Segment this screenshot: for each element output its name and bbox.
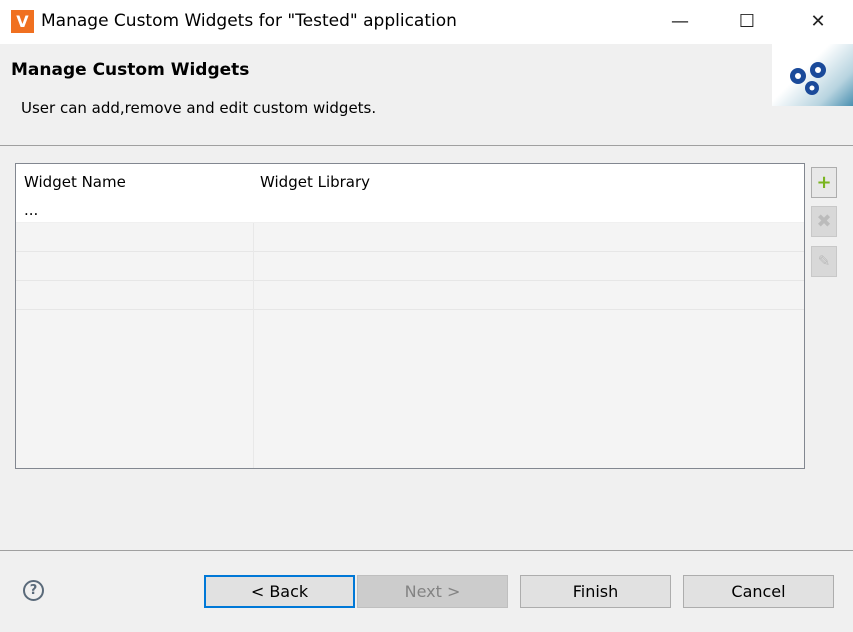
edit-widget-button[interactable]: ✎ xyxy=(811,246,837,277)
maximize-button[interactable]: ☐ xyxy=(732,8,762,36)
help-icon[interactable]: ? xyxy=(23,580,44,601)
close-button[interactable]: ✕ xyxy=(803,8,833,36)
table-cell[interactable]: ... xyxy=(24,201,38,219)
app-logo-icon: V xyxy=(11,10,34,33)
next-button[interactable]: Next > xyxy=(357,575,508,608)
add-icon: + xyxy=(816,172,832,193)
gears-banner-icon xyxy=(772,44,853,106)
header-divider xyxy=(0,145,853,146)
page-description: User can add,remove and edit custom widg… xyxy=(21,99,377,117)
add-widget-button[interactable]: + xyxy=(811,167,837,198)
widgets-table[interactable]: Widget Name Widget Library ... xyxy=(15,163,805,469)
minimize-button[interactable]: — xyxy=(665,8,695,36)
edit-icon: ✎ xyxy=(817,252,831,270)
table-row xyxy=(16,281,804,310)
back-button[interactable]: < Back xyxy=(204,575,355,608)
table-row xyxy=(16,223,804,252)
window-title: Manage Custom Widgets for "Tested" appli… xyxy=(41,11,457,31)
cancel-button[interactable]: Cancel xyxy=(683,575,834,608)
remove-widget-button[interactable]: ✖ xyxy=(811,206,837,237)
table-row xyxy=(16,252,804,281)
page-title: Manage Custom Widgets xyxy=(11,60,250,80)
column-header-widget-library[interactable]: Widget Library xyxy=(260,173,370,191)
title-bar: V Manage Custom Widgets for "Tested" app… xyxy=(0,0,853,44)
remove-icon: ✖ xyxy=(816,211,832,232)
column-header-widget-name[interactable]: Widget Name xyxy=(24,173,126,191)
footer-divider xyxy=(0,550,853,551)
table-header: Widget Name Widget Library ... xyxy=(16,164,804,223)
finish-button[interactable]: Finish xyxy=(520,575,671,608)
